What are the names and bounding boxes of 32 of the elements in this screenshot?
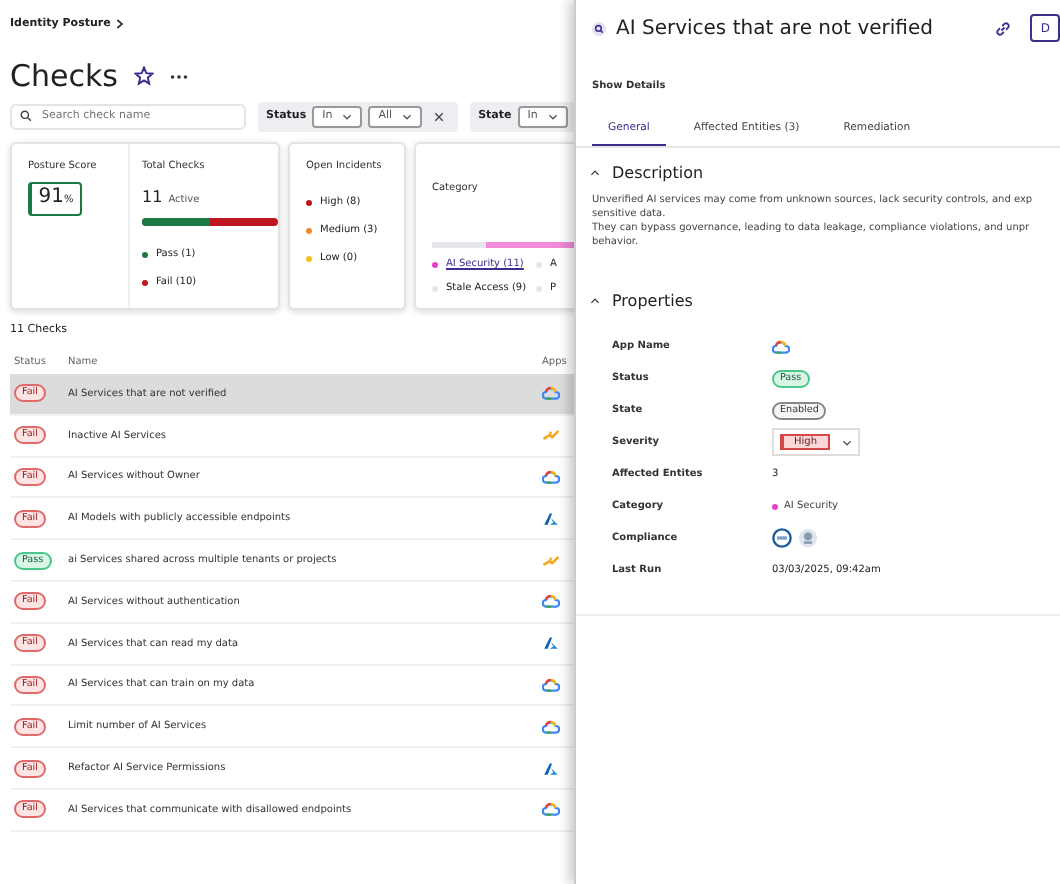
collapse-icon[interactable]	[590, 169, 600, 175]
page-title: Checks	[10, 58, 118, 94]
active-count: 11	[142, 188, 163, 206]
cloud-icon	[542, 386, 560, 401]
section-heading: Properties	[612, 291, 693, 309]
triangle-logo-icon	[542, 636, 560, 651]
search-icon	[20, 110, 32, 122]
more-icon[interactable]	[169, 73, 188, 79]
compliance-badge-icon	[772, 528, 792, 548]
connector-icon	[542, 428, 560, 443]
cloud-icon	[772, 339, 790, 353]
chevron-down-icon	[402, 113, 413, 119]
cloud-icon	[542, 594, 560, 609]
compliance-seal-icon	[798, 528, 818, 548]
star-icon[interactable]	[133, 66, 154, 86]
search-badge-icon	[592, 21, 606, 35]
close-icon[interactable]	[434, 111, 445, 121]
cloud-icon	[542, 677, 560, 692]
detail-title: AI Services that are not verified	[616, 17, 933, 39]
connector-icon	[542, 553, 560, 568]
cloud-icon	[542, 719, 560, 734]
cloud-icon	[542, 802, 560, 817]
chevron-right-icon	[116, 18, 125, 30]
triangle-logo-icon	[542, 761, 560, 776]
triangle-logo-icon	[542, 511, 560, 526]
chevron-down-icon	[547, 113, 558, 119]
collapse-icon[interactable]	[590, 297, 600, 303]
link-icon[interactable]	[994, 19, 1013, 37]
chevron-down-icon	[342, 113, 353, 119]
chevron-down-icon	[841, 439, 851, 445]
cloud-icon	[542, 469, 560, 484]
section-heading: Description	[612, 163, 704, 181]
